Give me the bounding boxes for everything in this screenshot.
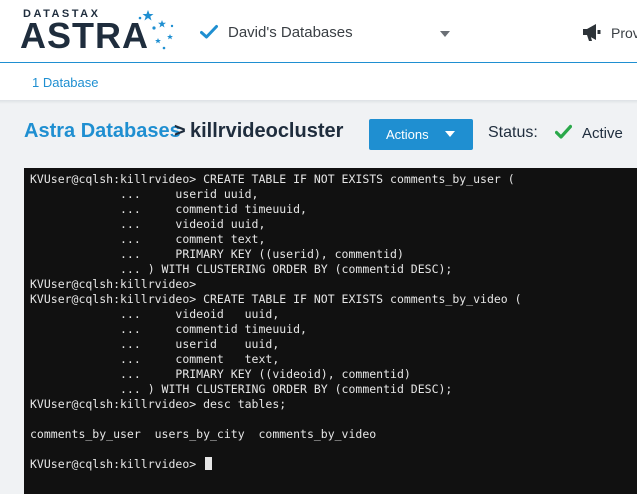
terminal-cursor [205,457,213,470]
status-label: Status: [488,124,538,141]
database-selector-label: David's Databases [228,24,353,41]
terminal-line: KVUser@cqlsh:killrvideo> desc tables; [30,397,287,411]
page-title: killrvideocluster [190,120,344,142]
terminal-line: ... userid uuid, [30,187,259,201]
terminal-line: ... ) WITH CLUSTERING ORDER BY (commenti… [30,262,453,276]
breadcrumb-astra-databases[interactable]: Astra Databases [24,120,181,143]
check-icon [200,25,218,39]
terminal-line: comments_by_user users_by_city comments_… [30,427,377,441]
terminal-line: KVUser@cqlsh:killrvideo> CREATE TABLE IF… [30,292,522,306]
chevron-down-icon [440,31,450,37]
star-cluster-icon [138,10,174,50]
content-area-shadow [0,100,637,104]
megaphone-icon [583,24,601,41]
terminal-line: ... commentid timeuuid, [30,322,307,336]
terminal-line: ... comment text, [30,232,266,246]
terminal-line: KVUser@cqlsh:killrvideo> CREATE TABLE IF… [30,172,515,186]
status-badge: Active [582,125,623,142]
terminal-line: KVUser@cqlsh:killrvideo> [30,277,197,291]
terminal-line: ... PRIMARY KEY ((userid), commentid) [30,247,404,261]
actions-button[interactable]: Actions [369,119,473,150]
terminal-line: ... ) WITH CLUSTERING ORDER BY (commenti… [30,382,453,396]
terminal-line: ... videoid uuid, [30,217,266,231]
header-right-item-label: Prov [611,25,637,41]
terminal-line: ... commentid timeuuid, [30,202,307,216]
terminal-line: ... userid uuid, [30,337,280,351]
cqlsh-terminal[interactable]: KVUser@cqlsh:killrvideo> CREATE TABLE IF… [24,168,637,494]
terminal-prompt-line[interactable]: KVUser@cqlsh:killrvideo> [30,457,213,472]
breadcrumb-separator: > [174,120,186,142]
terminal-line: ... videoid uuid, [30,307,280,321]
database-count-link[interactable]: 1 Database [32,75,99,90]
terminal-line: ... PRIMARY KEY ((videoid), commentid) [30,367,411,381]
actions-button-label: Actions [386,127,429,142]
chevron-down-icon [445,131,455,137]
terminal-prompt: KVUser@cqlsh:killrvideo> [30,457,197,471]
terminal-line: ... comment text, [30,352,280,366]
check-icon [555,124,572,139]
